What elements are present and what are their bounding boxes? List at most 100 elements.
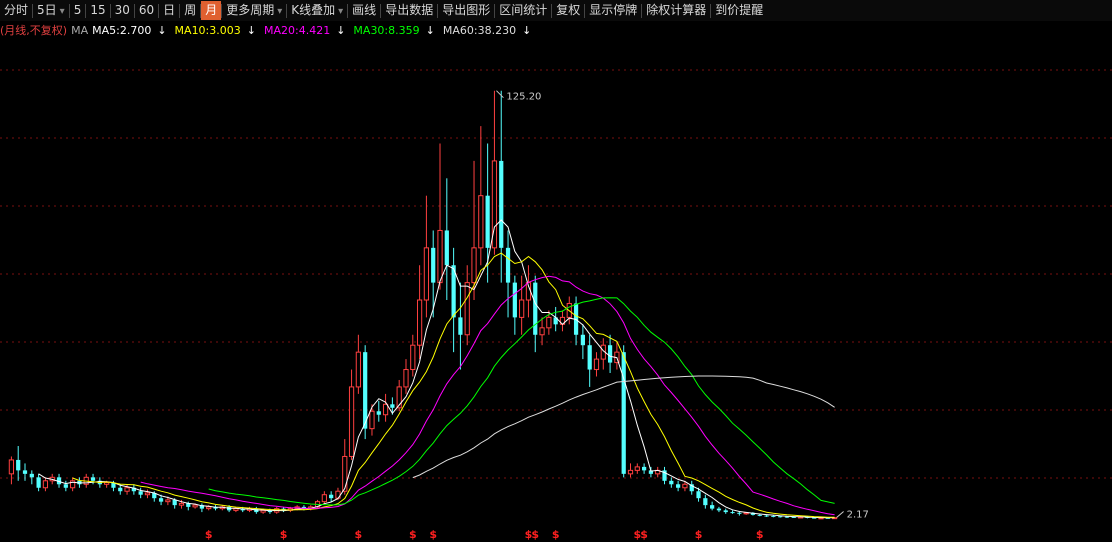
candle-body <box>444 230 449 266</box>
toolbar-item-12[interactable]: 导出数据 <box>381 1 437 20</box>
dividend-marker: $ <box>205 528 213 541</box>
toolbar-item-14[interactable]: 区间统计 <box>495 1 551 20</box>
candle-body <box>431 247 436 283</box>
candle-body <box>778 516 783 518</box>
toolbar-item-17[interactable]: 除权计算器 <box>642 1 710 20</box>
toolbar-item-0[interactable]: 分时 <box>0 1 32 20</box>
candle-body <box>710 505 715 509</box>
candle-body <box>8 459 15 475</box>
candle-body <box>512 282 517 318</box>
toolbar-item-9[interactable]: 更多周期 <box>222 1 286 20</box>
ma-legend-value: MA20:4.421 <box>263 23 331 37</box>
toolbar-item-15[interactable]: 复权 <box>552 1 584 20</box>
ma-legend-value: MA10:3.003 <box>174 23 241 37</box>
dividend-marker: $ <box>355 528 363 541</box>
down-arrow-icon: ↓ <box>246 23 256 37</box>
candle-body <box>165 499 171 503</box>
dividend-marker: $ <box>552 528 560 541</box>
candle-body <box>533 282 538 335</box>
candlestick-chart: 125.202.17$ $ $ $ $ $ $ $ $ $ $ $ <box>0 69 1112 541</box>
candle-body <box>546 316 552 329</box>
toolbar-item-1[interactable]: 5日 <box>33 1 69 20</box>
candle-body <box>63 484 68 488</box>
candle-body <box>348 386 355 457</box>
candle-body <box>329 494 334 499</box>
candle-body <box>390 404 395 408</box>
candle-body <box>627 469 634 475</box>
candle-body <box>499 160 504 248</box>
ma-legend: (月线,不复权) MA MA5:2.700 ↓ MA10:3.003 ↓ MA20:4.… <box>0 21 543 39</box>
candle-body <box>730 512 735 514</box>
ma-legend-item: MA20:4.421 ↓ <box>264 24 349 37</box>
candle-body <box>124 487 130 492</box>
candle-body <box>36 477 41 488</box>
candle-body <box>178 502 185 506</box>
candle-body <box>403 369 409 388</box>
candle-body <box>423 247 430 301</box>
ma-legend-item: MA5:2.700 ↓ <box>92 24 170 37</box>
candle-body <box>716 508 722 511</box>
toolbar-item-3[interactable]: 15 <box>86 1 109 20</box>
period-label: (月线,不复权) <box>0 24 68 37</box>
dividend-marker: $ <box>640 528 648 541</box>
candle-body <box>118 487 123 492</box>
candle-body <box>355 351 361 388</box>
toolbar-item-13[interactable]: 导出图形 <box>438 1 494 20</box>
high-pointer <box>496 90 504 99</box>
down-arrow-icon: ↓ <box>425 23 435 37</box>
toolbar-item-16[interactable]: 显示停牌 <box>585 1 641 20</box>
ma-legend-value: MA60:38.230 <box>442 23 517 37</box>
toolbar-item-8[interactable]: 月 <box>201 1 222 20</box>
candle-body <box>144 492 151 496</box>
candle-body <box>363 352 368 429</box>
candle-body <box>676 484 681 488</box>
ma-label: MA <box>71 23 89 37</box>
dividend-marker: $ <box>756 528 764 541</box>
candle-body <box>376 411 381 415</box>
candle-body <box>321 494 327 503</box>
candle-body <box>587 345 592 370</box>
candle-body <box>757 514 762 516</box>
candle-body <box>29 473 34 478</box>
candle-body <box>416 299 423 346</box>
period-toolbar: 分时5日5153060日周月更多周期K线叠加画线导出数据导出图形区间统计复权显示… <box>0 0 1112 21</box>
candle-body <box>593 358 600 371</box>
candle-body <box>104 482 110 485</box>
toolbar-item-6[interactable]: 日 <box>159 1 179 20</box>
candle-body <box>669 480 674 485</box>
candle-body <box>703 498 708 506</box>
candle-body <box>342 455 348 492</box>
candle-body <box>696 491 701 499</box>
toolbar-item-4[interactable]: 30 <box>111 1 134 20</box>
candle-body <box>206 506 212 510</box>
ma-legend-value: MA30:8.359 <box>353 23 420 37</box>
toolbar-item-11[interactable]: 画线 <box>348 1 380 20</box>
candle-body <box>682 483 688 489</box>
ma-legend-item: MA60:38.230 ↓ <box>443 24 535 37</box>
ma-legend-value: MA5:2.700 <box>92 23 152 37</box>
candle-body <box>485 195 490 248</box>
candle-body <box>410 344 416 371</box>
toolbar-item-7[interactable]: 周 <box>180 1 200 20</box>
toolbar-item-2[interactable]: 5 <box>70 1 86 20</box>
dividend-marker: $ <box>429 528 437 541</box>
candle-body <box>737 512 742 514</box>
candle-body <box>471 247 477 284</box>
candle-body <box>723 510 728 513</box>
dividend-marker: $ <box>409 528 417 541</box>
ma5-line <box>38 219 835 519</box>
toolbar-item-10[interactable]: K线叠加 <box>287 1 347 20</box>
candle-body <box>458 317 463 335</box>
candle-body <box>158 498 164 502</box>
high-price-label: 125.20 <box>506 92 541 103</box>
candle-body <box>771 515 776 517</box>
ma-items: MA5:2.700 ↓ MA10:3.003 ↓ MA20:4.421 ↓ MA30:8.3… <box>92 24 539 37</box>
candle-body <box>437 229 443 284</box>
candle-body <box>16 459 21 471</box>
dividend-marker: $ <box>280 528 288 541</box>
toolbar-item-18[interactable]: 到价提醒 <box>711 1 767 20</box>
candle-body <box>764 515 769 517</box>
toolbar-item-5[interactable]: 60 <box>135 1 158 20</box>
low-pointer <box>836 511 844 518</box>
candle-body <box>519 299 525 318</box>
